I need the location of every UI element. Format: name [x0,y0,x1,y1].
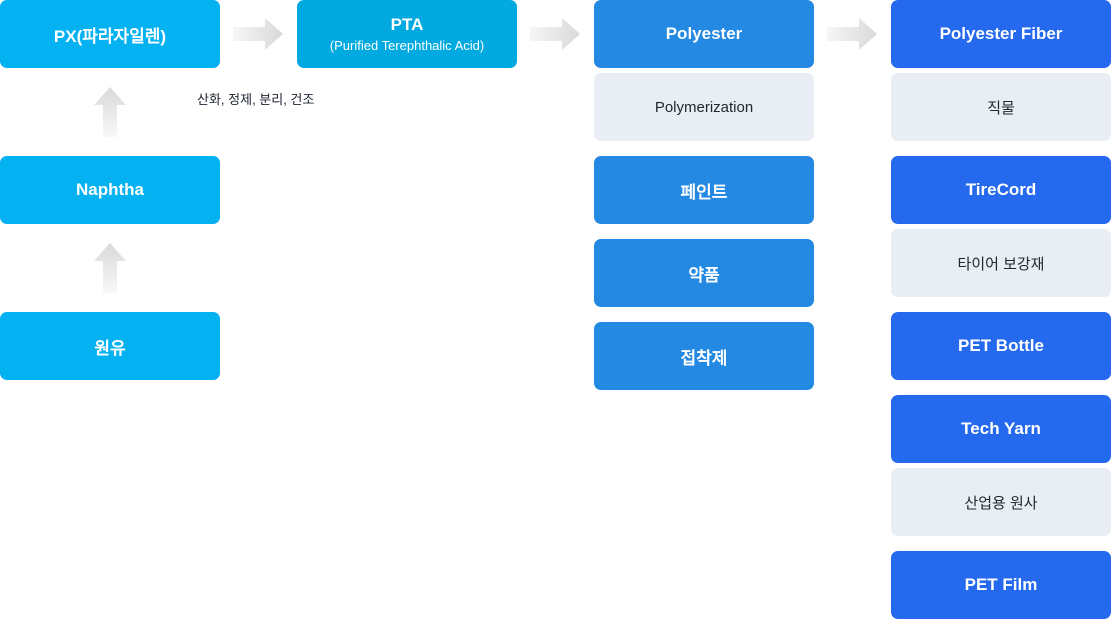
node-polymerization: Polymerization [594,73,814,141]
node-px: PX(파라자일렌) [0,0,220,68]
node-fabric: 직물 [891,73,1111,141]
node-industrial-yarn: 산업용 원사 [891,468,1111,536]
node-pet-film: PET Film [891,551,1111,619]
node-chemicals-label: 약품 [688,265,720,285]
node-polyester-fiber-label: Polyester Fiber [939,24,1063,43]
node-px-label: PX(파라자일렌) [53,26,167,46]
arrow-right-icon [827,18,877,50]
arrow-right-icon [233,18,283,50]
node-tirecord-label: TireCord [965,180,1037,199]
node-chemicals: 약품 [594,239,814,307]
node-pet-film-label: PET Film [964,575,1038,594]
node-pta-title: PTA [390,15,424,34]
node-paint: 페인트 [594,156,814,224]
arrow-right-icon [530,18,580,50]
node-pta: PTA (Purified Terephthalic Acid) [297,0,517,68]
node-fabric-label: 직물 [987,99,1015,117]
node-tirecord: TireCord [891,156,1111,224]
node-tech-yarn: Tech Yarn [891,395,1111,463]
node-adhesive: 접착제 [594,322,814,390]
node-polymerization-label: Polymerization [654,98,754,116]
node-industrial-yarn-label: 산업용 원사 [964,494,1038,512]
arrow-up-icon [94,243,126,293]
node-pet-bottle: PET Bottle [891,312,1111,380]
node-crude-oil-label: 원유 [94,338,126,358]
node-crude-oil: 원유 [0,312,220,380]
node-tire-reinforcement-label: 타이어 보강재 [957,255,1045,273]
node-pta-subtitle: (Purified Terephthalic Acid) [329,38,485,53]
node-naphtha: Naphtha [0,156,220,224]
node-polyester-label: Polyester [665,24,743,43]
node-polyester: Polyester [594,0,814,68]
node-paint-label: 페인트 [680,182,728,202]
node-polyester-fiber: Polyester Fiber [891,0,1111,68]
process-note: 산화, 정제, 분리, 건조 [197,92,315,107]
arrow-up-icon [94,87,126,137]
node-tire-reinforcement: 타이어 보강재 [891,229,1111,297]
node-pet-bottle-label: PET Bottle [958,336,1044,355]
node-adhesive-label: 접착제 [680,348,728,368]
node-naphtha-label: Naphtha [76,180,144,199]
node-tech-yarn-label: Tech Yarn [961,419,1041,438]
